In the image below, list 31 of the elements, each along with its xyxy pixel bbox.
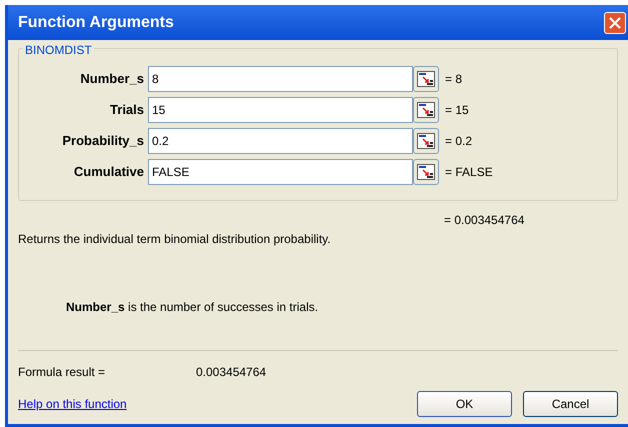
collapse-dialog-icon: [417, 164, 435, 180]
argument-label: Number_s: [79, 70, 145, 88]
help-link[interactable]: Help on this function: [18, 395, 127, 413]
argument-result: = 8: [445, 71, 462, 88]
window-title: Function Arguments: [18, 12, 174, 32]
close-button[interactable]: [604, 12, 626, 34]
argument-help: Number_s is the number of successes in trials.: [66, 299, 320, 316]
collapse-dialog-button[interactable]: [413, 97, 439, 123]
collapse-dialog-button[interactable]: [413, 128, 439, 154]
argument-input[interactable]: 15: [148, 97, 413, 123]
argument-result: = FALSE: [445, 164, 493, 181]
argument-result: = 0.2: [445, 133, 472, 150]
argument-input[interactable]: FALSE: [148, 159, 413, 185]
close-icon: [609, 16, 621, 28]
function-result: = 0.003454764: [444, 212, 526, 229]
collapse-dialog-icon: [417, 102, 435, 118]
formula-result-value: 0.003454764: [196, 364, 266, 381]
argument-result: = 15: [445, 102, 469, 119]
cancel-button[interactable]: Cancel: [523, 391, 618, 417]
collapse-dialog-icon: [417, 71, 435, 87]
collapse-dialog-icon: [417, 133, 435, 149]
argument-input[interactable]: 0.2: [148, 128, 413, 154]
function-description: Returns the individual term binomial distribution probability.: [18, 231, 332, 248]
ok-button[interactable]: OK: [417, 391, 512, 417]
argument-label: Probability_s: [61, 132, 145, 150]
argument-input[interactable]: 8: [148, 66, 413, 92]
collapse-dialog-button[interactable]: [413, 66, 439, 92]
formula-result-label: Formula result =: [18, 364, 106, 381]
collapse-dialog-button[interactable]: [413, 159, 439, 185]
argument-label: Cumulative: [72, 163, 145, 182]
argument-label: Trials: [109, 101, 145, 120]
